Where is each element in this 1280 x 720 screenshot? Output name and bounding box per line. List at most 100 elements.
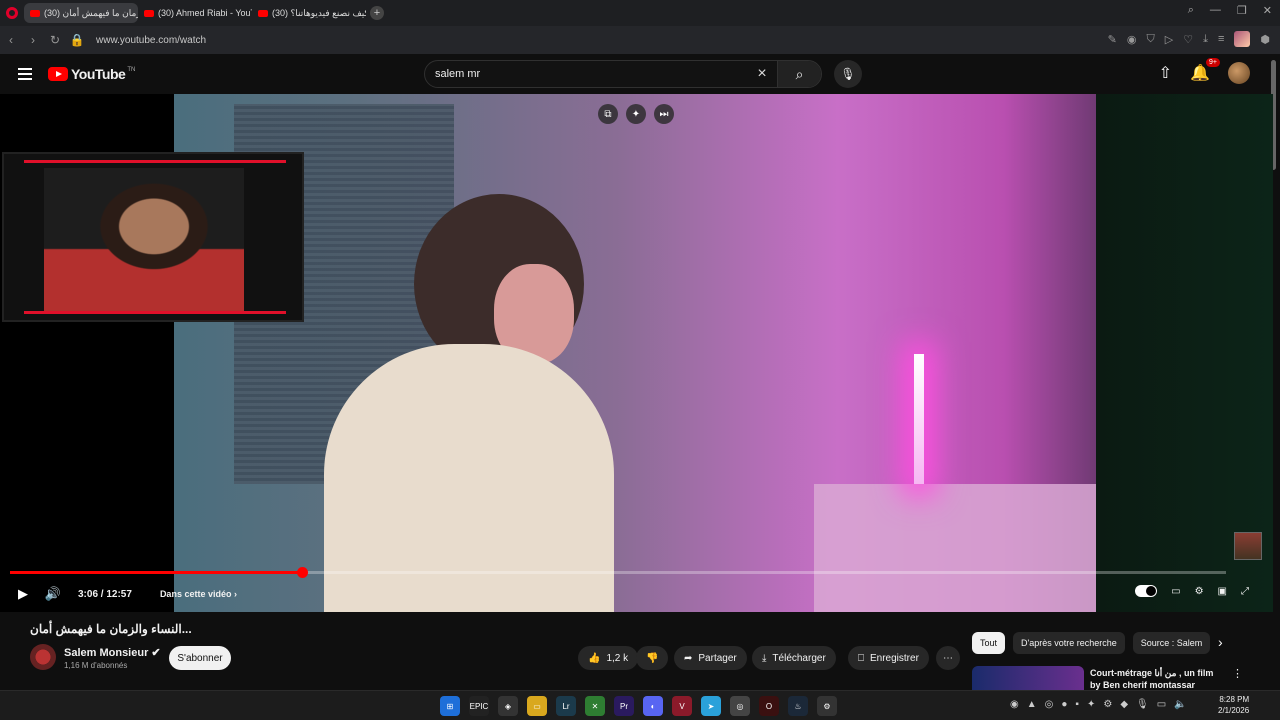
- tray-icon[interactable]: ◎: [1045, 699, 1054, 710]
- url-field[interactable]: www.youtube.com/watch: [96, 35, 206, 46]
- new-tab-button[interactable]: +: [370, 6, 384, 20]
- youtube-logo[interactable]: YouTube TN: [48, 66, 135, 82]
- edit-icon[interactable]: ✎: [1108, 33, 1117, 46]
- close-window-icon[interactable]: ✕: [1263, 4, 1272, 17]
- chip-source[interactable]: Source : Salem: [1132, 632, 1211, 654]
- minimize-icon[interactable]: —: [1210, 4, 1221, 17]
- share-icon: ➦: [684, 652, 693, 664]
- ai-sparkle-icon[interactable]: ✦: [626, 104, 646, 124]
- lightroom-icon[interactable]: Lr: [556, 696, 576, 716]
- recommendation-title[interactable]: Court-métrage من أنا , un film by Ben ch…: [1090, 667, 1225, 691]
- maximize-icon[interactable]: ❐: [1237, 4, 1247, 17]
- voice-search-icon[interactable]: 🎙: [834, 60, 862, 88]
- app-icon[interactable]: ◈: [498, 696, 518, 716]
- xbox-icon[interactable]: ✕: [585, 696, 605, 716]
- notifications-bell-icon[interactable]: 🔔 9+: [1190, 58, 1220, 83]
- video-player[interactable]: ⧉ ✦ ⏭ ▶ 🔊 3:06 / 12:57 Dans cette vidéo …: [0, 94, 1273, 612]
- premiere-icon[interactable]: Pr: [614, 696, 634, 716]
- address-bar-actions: ✎ ◉ ⛉ ▷ ♡ ⤓ ≡ ⬢: [1108, 31, 1270, 47]
- upload-icon[interactable]: ⇧: [1159, 63, 1172, 83]
- search-button[interactable]: ⌕: [777, 61, 821, 87]
- video-lamp: [914, 354, 924, 484]
- forward-icon[interactable]: ›: [22, 33, 44, 47]
- recommendation-thumbnail[interactable]: [972, 666, 1084, 690]
- obs-icon[interactable]: ◎: [730, 696, 750, 716]
- download-icon[interactable]: ⤓: [1203, 33, 1208, 46]
- video-title: النساء والزمان ما فيهمش أمان...: [30, 622, 192, 636]
- like-button[interactable]: 👍 1,2 k: [578, 646, 639, 670]
- heart-icon[interactable]: ♡: [1183, 33, 1193, 46]
- channel-name[interactable]: Salem Monsieur ✔: [64, 646, 161, 659]
- tray-status-icon[interactable]: ●: [1061, 699, 1067, 710]
- chips-next-icon[interactable]: ›: [1218, 634, 1223, 650]
- search-input[interactable]: salem mr: [435, 68, 747, 80]
- progress-bar[interactable]: [10, 567, 1226, 578]
- autoplay-toggle[interactable]: [1135, 585, 1158, 597]
- subtitles-icon[interactable]: ▭: [1171, 586, 1180, 597]
- progress-scrubber[interactable]: [296, 567, 308, 578]
- epic-games-icon[interactable]: EPIC: [469, 696, 489, 716]
- speaker-icon[interactable]: 🔈: [1174, 699, 1186, 710]
- share-button[interactable]: ➦ Partager: [674, 646, 747, 670]
- opera-taskbar-icon[interactable]: O: [759, 696, 779, 716]
- subscribe-button[interactable]: S'abonner: [169, 646, 231, 670]
- download-button[interactable]: ⤓ Télécharger: [752, 646, 836, 670]
- network-icon[interactable]: ▭: [1157, 699, 1166, 710]
- tray-icon[interactable]: ▪: [1075, 699, 1079, 710]
- play-button-icon[interactable]: ▶: [8, 586, 38, 602]
- tab-1[interactable]: (30) النساء والزمان ما فيهمش أمان: [24, 3, 138, 23]
- tray-icon[interactable]: ◉: [1010, 699, 1019, 710]
- tab-2[interactable]: (30) Ahmed Riabi - YouTube: [138, 3, 252, 23]
- profile-avatar[interactable]: [1234, 31, 1251, 47]
- thumbs-up-icon: 👍: [588, 652, 601, 664]
- tab-3[interactable]: (30) كيف نصنع فيديوهاتنا؟: [252, 3, 366, 23]
- fullscreen-icon[interactable]: ⤢: [1241, 586, 1249, 597]
- save-button[interactable]: ⎕ Enregistrer: [848, 646, 929, 670]
- miniplayer-icon[interactable]: ⧉: [598, 104, 618, 124]
- tray-nvidia-icon[interactable]: ▲: [1027, 699, 1037, 710]
- tab-3-label: (30) كيف نصنع فيديوهاتنا؟: [272, 7, 366, 18]
- taskbar-clock[interactable]: 8:28 PM 2/1/2026: [1218, 694, 1249, 716]
- shield-icon[interactable]: ⛉: [1147, 33, 1155, 46]
- player-top-buttons: ⧉ ✦ ⏭: [598, 104, 674, 124]
- windows-start-icon[interactable]: ⊞: [440, 696, 460, 716]
- steam-icon[interactable]: ♨: [788, 696, 808, 716]
- clock-time: 8:28 PM: [1219, 695, 1250, 704]
- volume-icon[interactable]: 🔊: [38, 586, 68, 602]
- youtube-favicon-icon: [144, 9, 154, 17]
- more-actions-button[interactable]: ⋯: [936, 646, 960, 670]
- search-tabs-icon[interactable]: ⌕: [1188, 4, 1194, 17]
- channel-watermark[interactable]: [1234, 532, 1262, 560]
- recommendation-menu-icon[interactable]: ⋮: [1232, 667, 1243, 680]
- tray-icon[interactable]: ✦: [1087, 699, 1095, 710]
- back-icon[interactable]: ‹: [0, 33, 22, 47]
- microphone-icon[interactable]: 🎙: [1136, 699, 1149, 710]
- discord-icon[interactable]: ◐: [643, 696, 663, 716]
- skip-icon[interactable]: ⏭: [654, 104, 674, 124]
- chip-all[interactable]: Tout: [972, 632, 1006, 654]
- camera-icon[interactable]: ◉: [1127, 33, 1137, 46]
- tray-icon[interactable]: ⚙: [1103, 699, 1112, 710]
- settings-taskbar-icon[interactable]: ⚙: [817, 696, 837, 716]
- user-avatar[interactable]: [1228, 62, 1250, 84]
- settings-gear-icon[interactable]: ⚙: [1195, 586, 1204, 597]
- telegram-icon[interactable]: ➤: [701, 696, 721, 716]
- theater-mode-icon[interactable]: ▣: [1218, 586, 1227, 597]
- channel-name-text: Salem Monsieur: [64, 647, 149, 659]
- logo-text: YouTube: [71, 66, 126, 82]
- opera-logo-icon[interactable]: [6, 7, 18, 19]
- channel-avatar[interactable]: [30, 644, 56, 670]
- clear-search-icon[interactable]: ×: [747, 65, 777, 83]
- chip-from-search[interactable]: D'après votre recherche: [1013, 632, 1125, 654]
- tray-icon[interactable]: ◆: [1120, 699, 1128, 710]
- reload-icon[interactable]: ↻: [44, 33, 66, 47]
- video-info-section: النساء والزمان ما فيهمش أمان... Salem Mo…: [0, 612, 1273, 690]
- hamburger-menu-icon[interactable]: [18, 68, 32, 80]
- chapter-button[interactable]: Dans cette vidéo ›: [160, 589, 237, 599]
- menu-icon[interactable]: ≡: [1218, 33, 1224, 45]
- file-explorer-icon[interactable]: ▭: [527, 696, 547, 716]
- extension-icon[interactable]: ⬢: [1260, 33, 1270, 46]
- play-icon[interactable]: ▷: [1165, 33, 1173, 46]
- valorant-icon[interactable]: V: [672, 696, 692, 716]
- dislike-button[interactable]: 👎: [636, 646, 669, 670]
